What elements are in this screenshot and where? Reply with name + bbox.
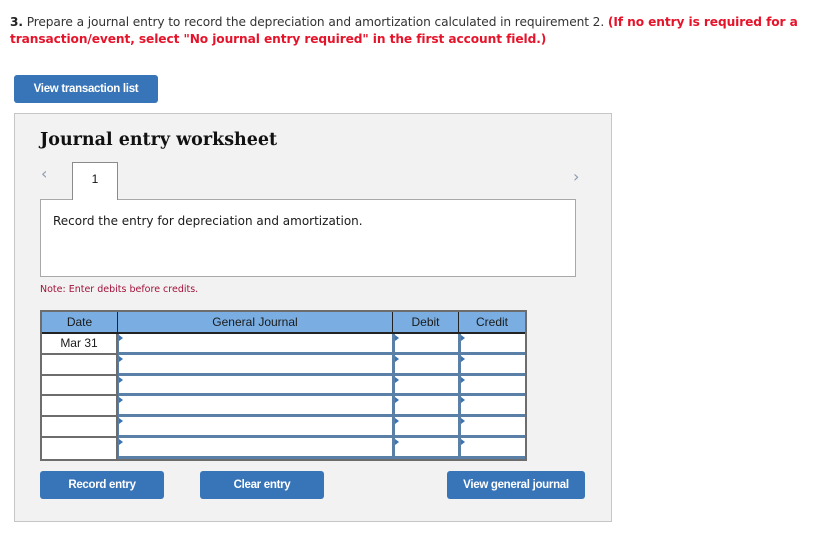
credit-field-cell: [459, 437, 525, 459]
column-header-debit: Debit: [393, 312, 459, 332]
column-header-credit: Credit: [475, 315, 508, 329]
account-field[interactable]: [119, 438, 392, 456]
worksheet-title: Journal entry worksheet: [40, 130, 278, 150]
dropdown-marker-icon: [461, 418, 465, 425]
date-cell: [42, 437, 118, 459]
dropdown-marker-icon: [395, 397, 399, 404]
credit-field-cell: [459, 375, 525, 397]
dropdown-marker-icon: [395, 376, 399, 383]
dropdown-marker-icon: [461, 355, 465, 362]
debit-field-cell: [393, 334, 459, 355]
account-field-cell: [118, 375, 393, 397]
dropdown-marker-icon: [461, 438, 465, 445]
credit-field[interactable]: [461, 354, 525, 373]
debit-field[interactable]: [395, 354, 458, 373]
journal-row: [42, 375, 525, 397]
account-field-cell: [118, 334, 393, 355]
debit-field[interactable]: [395, 417, 458, 436]
dropdown-marker-icon: [461, 335, 465, 341]
dropdown-marker-icon: [395, 418, 399, 425]
dropdown-marker-icon: [395, 335, 399, 341]
view-general-journal-button[interactable]: View general journal: [447, 471, 585, 499]
journal-row: [42, 396, 525, 418]
dropdown-marker-icon: [395, 438, 399, 445]
credit-field-cell: [459, 417, 525, 438]
account-field-cell: [118, 354, 393, 376]
dropdown-marker-icon: [119, 376, 123, 383]
clear-entry-button[interactable]: Clear entry: [200, 471, 324, 499]
dropdown-marker-icon: [461, 376, 465, 383]
dropdown-marker-icon: [395, 355, 399, 362]
entry-description-box: Record the entry for depreciation and am…: [40, 199, 576, 277]
account-field[interactable]: [119, 334, 392, 352]
journal-table: Date General Journal Debit Credit Mar 31: [40, 310, 527, 461]
dropdown-marker-icon: [119, 335, 123, 341]
credit-field-cell: [459, 354, 525, 376]
chevron-left-icon[interactable]: ‹: [41, 164, 47, 183]
debit-field[interactable]: [395, 334, 458, 352]
account-field-cell: [118, 417, 393, 438]
column-header-date: Date: [42, 312, 118, 332]
journal-header-row: Date General Journal Debit Credit: [42, 312, 525, 334]
account-field[interactable]: [119, 375, 392, 394]
debit-field-cell: [393, 417, 459, 438]
question-number: 3.: [10, 15, 23, 29]
credit-field-cell: [459, 396, 525, 418]
journal-row: [42, 437, 525, 459]
record-entry-button[interactable]: Record entry: [40, 471, 164, 499]
dropdown-marker-icon: [119, 355, 123, 362]
chevron-right-icon[interactable]: ›: [573, 167, 579, 186]
column-header-general-journal: General Journal: [118, 312, 393, 332]
date-cell: [42, 354, 118, 376]
question-text: Prepare a journal entry to record the de…: [26, 15, 605, 29]
date-cell: [42, 375, 118, 397]
account-field[interactable]: [119, 396, 392, 415]
credit-field[interactable]: [461, 334, 525, 352]
journal-entry-worksheet: Journal entry worksheet ‹ 1 › Record the…: [14, 113, 612, 522]
date-cell: [42, 396, 118, 418]
credit-field-cell: [459, 334, 525, 355]
debit-field[interactable]: [395, 375, 458, 394]
debits-note: Note: Enter debits before credits.: [40, 284, 199, 295]
debit-field-cell: [393, 375, 459, 397]
dropdown-marker-icon: [461, 397, 465, 404]
account-field[interactable]: [119, 354, 392, 373]
debit-field[interactable]: [395, 438, 458, 456]
date-cell: Mar 31: [42, 334, 118, 355]
dropdown-marker-icon: [119, 418, 123, 425]
journal-body: Mar 31: [42, 334, 525, 459]
dropdown-marker-icon: [119, 438, 123, 445]
account-field-cell: [118, 437, 393, 459]
journal-row: [42, 354, 525, 376]
journal-row: [42, 417, 525, 438]
tab-entry-1[interactable]: 1: [72, 162, 118, 200]
journal-row: Mar 31: [42, 334, 525, 355]
debit-field[interactable]: [395, 396, 458, 415]
account-field[interactable]: [119, 417, 392, 436]
question-prompt: 3. Prepare a journal entry to record the…: [10, 14, 830, 48]
credit-field[interactable]: [461, 417, 525, 436]
debit-field-cell: [393, 396, 459, 418]
date-cell: [42, 417, 118, 438]
dropdown-marker-icon: [119, 397, 123, 404]
debit-field-cell: [393, 437, 459, 459]
credit-field[interactable]: [461, 375, 525, 394]
debit-field-cell: [393, 354, 459, 376]
credit-field[interactable]: [461, 396, 525, 415]
view-transaction-list-button[interactable]: View transaction list: [14, 75, 158, 103]
credit-field[interactable]: [461, 438, 525, 456]
account-field-cell: [118, 396, 393, 418]
entry-description: Record the entry for depreciation and am…: [53, 214, 363, 228]
